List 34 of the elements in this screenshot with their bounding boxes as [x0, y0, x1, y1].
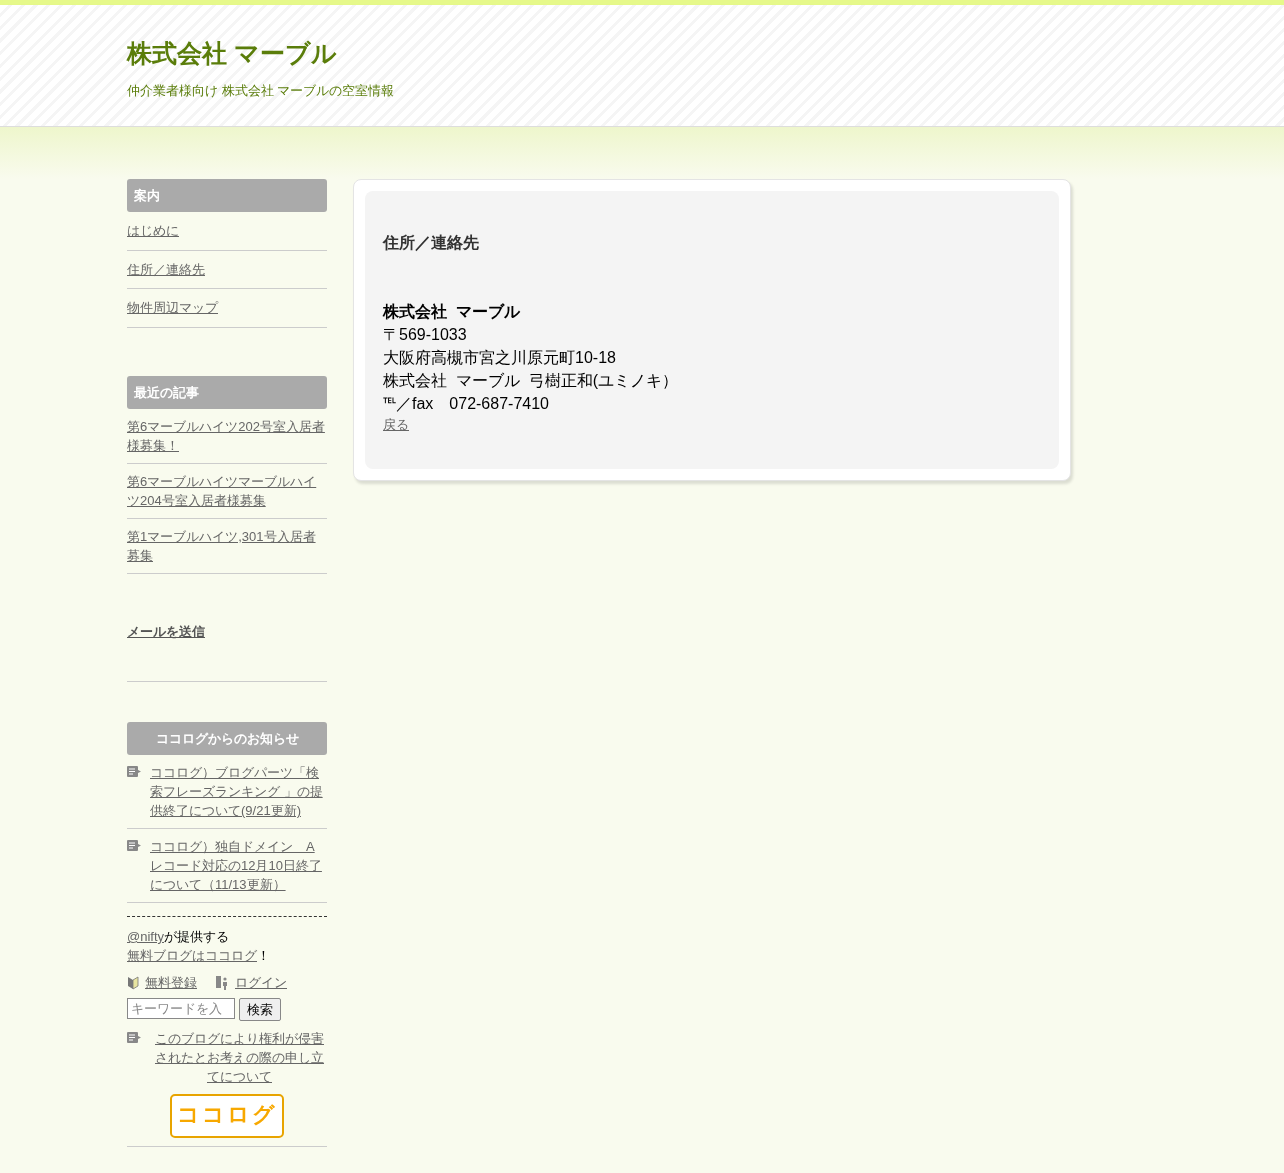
note-icon	[127, 1032, 142, 1043]
article-link[interactable]: 第6マーブルハイツ202号室入居者様募集！	[127, 416, 327, 455]
door-person-icon	[215, 975, 229, 990]
address-line: 大阪府高槻市宮之川原元町10-18	[383, 348, 617, 368]
article-link[interactable]: 第6マーブルハイツマーブルハイツ204号室入居者様募集	[127, 471, 327, 510]
search-button[interactable]: 検索	[239, 998, 281, 1021]
article-heading: 住所／連絡先	[383, 233, 480, 253]
sidebar-link[interactable]: 物件周辺マップ	[127, 300, 218, 315]
sidebar-heading: 案内	[127, 179, 327, 212]
address-line: ℡／fax 072-687-7410	[383, 394, 550, 414]
article-link[interactable]: 第1マーブルハイツ,301号入居者募集	[127, 526, 327, 565]
address-line: 〒569-1033	[383, 325, 468, 345]
mail-link[interactable]: メールを送信	[127, 623, 205, 639]
note-icon	[127, 766, 142, 777]
sidebar-link[interactable]: はじめに	[127, 223, 179, 238]
back-link[interactable]: 戻る	[383, 415, 1041, 435]
free-blog-text: 無料ブログはココログ！	[127, 947, 271, 965]
company-name: 株式会社 マーブル	[383, 302, 521, 322]
search-field[interactable]: キーワードを入	[127, 998, 235, 1019]
note-icon	[127, 840, 142, 851]
report-link[interactable]: このブログにより権利が侵害されたとお考えの際の申し立てについて	[152, 1029, 327, 1086]
address-line: 株式会社 マーブル 弓樹正和(ユミノキ）	[383, 371, 680, 391]
login-link[interactable]: ログイン	[235, 973, 287, 992]
register-link[interactable]: 無料登録	[145, 973, 197, 992]
site-title[interactable]: 株式会社 マーブル	[127, 37, 1284, 69]
nifty-link[interactable]: @nifty	[127, 929, 165, 944]
notice-link[interactable]: ココログ）独自ドメイン Aレコード対応の12月10日終了について（11/13更新）	[150, 837, 327, 894]
provider-text: @niftyが提供する	[127, 928, 231, 946]
sidebar-link[interactable]: 住所／連絡先	[127, 261, 205, 277]
sidebar-heading: ココログからのお知らせ	[127, 722, 327, 755]
sidebar-heading: 最近の記事	[127, 375, 327, 409]
site-tagline: 仲介業者様向け 株式会社 マーブルの空室情報	[127, 82, 396, 100]
free-blog-link[interactable]: 無料ブログはココログ	[127, 948, 257, 963]
notice-link[interactable]: ココログ）ブログパーツ「検索フレーズランキング 」の提供終了について(9/21更新)	[150, 763, 327, 820]
